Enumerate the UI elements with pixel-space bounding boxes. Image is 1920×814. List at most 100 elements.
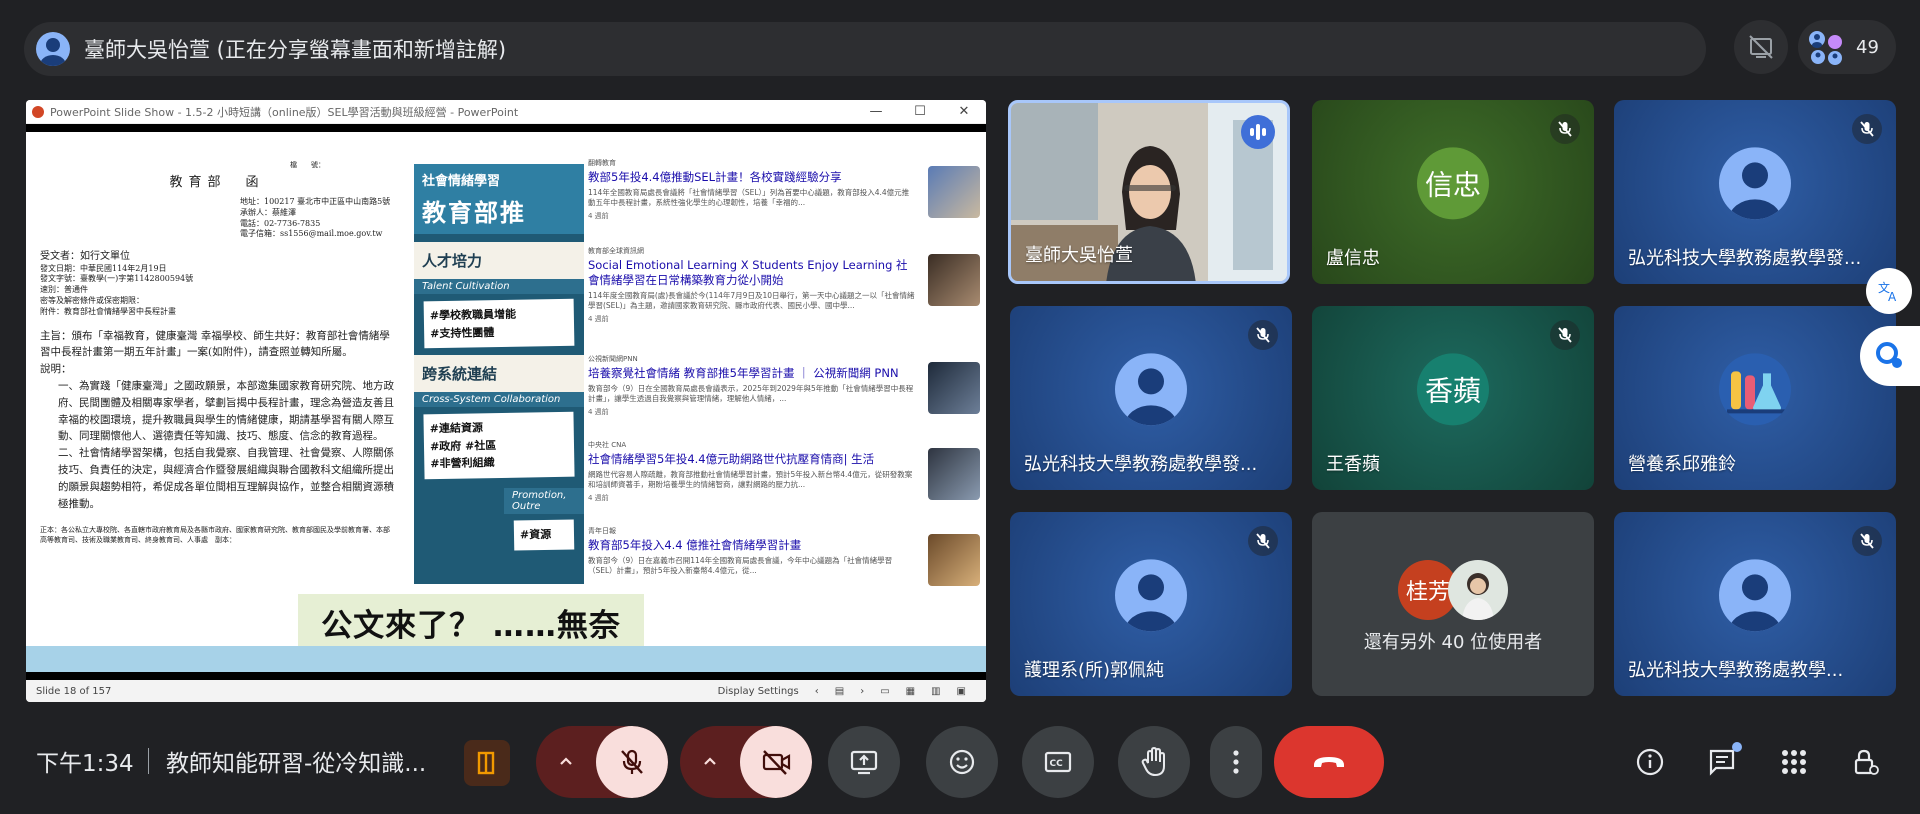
- news-item: 教育部全球資訊網 Social Emotional Learning X Stu…: [584, 244, 986, 352]
- mic-control[interactable]: [536, 726, 668, 798]
- emoji-button[interactable]: [926, 726, 998, 798]
- mic-options-button[interactable]: [536, 726, 596, 798]
- doc-dispatch-line: 發文日期：中華民國114年2月19日: [40, 263, 167, 273]
- user-avatar-icon: [1115, 559, 1187, 632]
- poster-section-sub: Promotion, Outre: [504, 487, 584, 514]
- chat-button[interactable]: [1700, 740, 1744, 784]
- poster-tag: #資源: [513, 519, 575, 551]
- minimize-icon: —: [869, 104, 883, 119]
- emoji-icon: [949, 749, 975, 775]
- slide: 檔 號： 教育部 函 地址：100217 臺北市中正區中山南路5號 承辦人：蔡維…: [26, 132, 986, 672]
- camera-control[interactable]: [680, 726, 812, 798]
- people-button[interactable]: 49: [1798, 20, 1896, 74]
- end-call-button[interactable]: [1274, 726, 1384, 798]
- doc-dispatch-line: 發文字號：臺教學(一)字第1142800594號: [40, 274, 194, 284]
- news-time: 4 週前: [588, 494, 609, 503]
- slide-menu-icon[interactable]: ▤: [835, 686, 844, 697]
- news-source: 中央社 CNA: [588, 441, 627, 449]
- videocam-off-icon: [762, 750, 791, 775]
- extension-icon: [1876, 342, 1902, 368]
- sorter-view-icon[interactable]: ▦: [906, 686, 915, 697]
- presenter-bar[interactable]: 臺師大吳怡萱 (正在分享螢幕畫面和新增註解): [24, 22, 1706, 76]
- poster-section-title: 人才培力: [414, 242, 584, 279]
- more-vert-icon: [1233, 750, 1239, 774]
- display-settings-button[interactable]: Display Settings: [718, 686, 799, 697]
- ppt-titlebar: PowerPoint Slide Show - 1.5-2 小時短講（onlin…: [26, 100, 986, 124]
- participant-tile-speaker[interactable]: 臺師大吳怡萱: [1008, 100, 1290, 284]
- doc-recipient: 受文者：如行文單位: [40, 251, 130, 263]
- news-item: 中央社 CNA 社會情緒學習5年投4.4億元助網路世代抗壓育情商| 生活 網路世…: [584, 438, 986, 524]
- present-button[interactable]: [828, 726, 900, 798]
- more-participants-tile[interactable]: 桂芳 還有另外 40 位使用者: [1312, 512, 1594, 696]
- translate-button[interactable]: 文A: [1866, 268, 1912, 314]
- closed-caption-icon: CC: [1044, 751, 1072, 773]
- doc-dispatch: 受文者：如行文單位 發文日期：中華民國114年2月19日 發文字號：臺教學(一)…: [40, 250, 394, 317]
- chevron-up-icon: [560, 757, 572, 765]
- news-title: Social Emotional Learning X Students Enj…: [588, 258, 908, 287]
- host-controls-icon: [1854, 749, 1879, 775]
- poster-tag: #支持性團體: [430, 325, 495, 340]
- slide-counter: Slide 18 of 157: [36, 685, 112, 697]
- close-icon: ✕: [958, 104, 970, 119]
- participant-name: 弘光科技大學教務處教學...: [1628, 660, 1844, 681]
- participant-tile[interactable]: 營養系邱雅鈴: [1614, 306, 1896, 490]
- shared-screen: PowerPoint Slide Show - 1.5-2 小時短講（onlin…: [26, 100, 986, 702]
- doc-dispatch-line: 附件：教育部社會情緒學習中長程計畫: [40, 306, 176, 316]
- participant-tile[interactable]: 弘光科技大學教務處教學發...: [1614, 100, 1896, 284]
- more-options-button[interactable]: [1210, 726, 1262, 798]
- news-snippet: 網路世代容易人際疏離，教育部推動社會情緒學習計畫，預計5年投入新台幣4.4億元，…: [588, 469, 913, 490]
- news-time: 4 週前: [588, 315, 609, 324]
- meeting-info-button[interactable]: [1628, 740, 1672, 784]
- doc-title: 教育部 函: [169, 175, 265, 191]
- participant-tile[interactable]: 香蘋 王香蘋: [1312, 306, 1594, 490]
- news-source: 翻轉教育: [588, 159, 616, 167]
- captions-button[interactable]: CC: [1022, 726, 1094, 798]
- participant-name: 盧信忠: [1326, 248, 1380, 269]
- user-avatar-icon: [1719, 559, 1791, 632]
- news-title: 教育部5年投入4.4 億推社會情緒學習計畫: [588, 538, 802, 552]
- participant-tile[interactable]: 弘光科技大學教務處教學...: [1614, 512, 1896, 696]
- mic-off-icon: [1550, 114, 1580, 144]
- user-avatar-icon: [1115, 353, 1187, 426]
- doc-point: 一、為實踐「健康臺灣」之國政願景，本部邀集國家教育研究院、地方政府、民間團體及相…: [58, 380, 394, 443]
- divider: [148, 748, 149, 774]
- prev-slide-icon[interactable]: ‹: [815, 686, 819, 697]
- present-off-button[interactable]: [1734, 20, 1788, 74]
- mic-off-icon: [1852, 526, 1882, 556]
- slide-caption: 公文來了？ ……無奈: [298, 594, 644, 650]
- mic-off-icon: [1550, 320, 1580, 350]
- participant-name: 弘光科技大學教務處教學發...: [1024, 454, 1258, 475]
- mic-toggle-button[interactable]: [596, 726, 668, 798]
- normal-view-icon[interactable]: ▭: [880, 686, 889, 697]
- news-thumbnail: [928, 166, 980, 218]
- participant-tile[interactable]: 護理系(所)郭佩純: [1010, 512, 1292, 696]
- camera-toggle-button[interactable]: [740, 726, 812, 798]
- activities-button[interactable]: [1772, 740, 1816, 784]
- news-source: 青年日報: [588, 527, 616, 535]
- poster-tag: #非營利組織: [430, 456, 495, 471]
- extension-button[interactable]: [1860, 326, 1920, 386]
- slideshow-view-icon[interactable]: ▣: [957, 686, 966, 697]
- official-document: 檔 號： 教育部 函 地址：100217 臺北市中正區中山南路5號 承辦人：蔡維…: [32, 154, 402, 624]
- doc-meta-line: 承辦人：蔡維澤: [240, 207, 296, 217]
- present-to-all-icon: [850, 750, 878, 775]
- doc-meta-line: 地址：100217 臺北市中正區中山南路5號: [240, 196, 391, 206]
- next-slide-icon[interactable]: ›: [860, 686, 864, 697]
- news-source: 教育部全球資訊網: [588, 247, 644, 255]
- participant-tile[interactable]: 信忠 盧信忠: [1312, 100, 1594, 284]
- mic-off-icon: [1248, 320, 1278, 350]
- host-controls-button[interactable]: [1844, 740, 1888, 784]
- raise-hand-button[interactable]: [1118, 726, 1190, 798]
- news-title: 教部5年投4.4億推動SEL計畫！各校實踐經驗分享: [588, 170, 842, 184]
- reading-view-icon[interactable]: ▥: [931, 686, 940, 697]
- present-off-icon: [1749, 35, 1773, 59]
- apps-icon: [1782, 750, 1806, 774]
- participant-tile[interactable]: 弘光科技大學教務處教學發...: [1010, 306, 1292, 490]
- companion-button[interactable]: [464, 740, 510, 786]
- user-avatar-icon: [36, 32, 70, 66]
- presenter-name: 臺師大吳怡萱 (正在分享螢幕畫面和新增註解): [84, 38, 507, 62]
- camera-options-button[interactable]: [680, 726, 740, 798]
- door-icon: [477, 751, 495, 775]
- window-controls: — ☐ ✕: [854, 104, 986, 119]
- slide-bottom-band: [26, 646, 986, 672]
